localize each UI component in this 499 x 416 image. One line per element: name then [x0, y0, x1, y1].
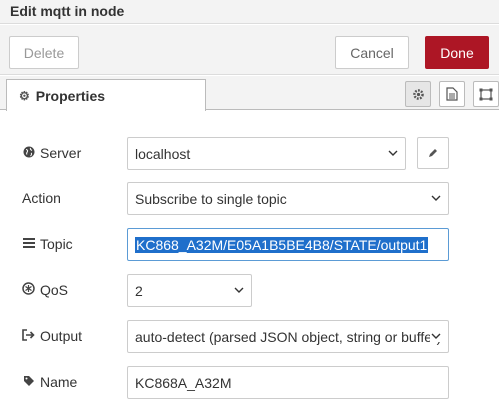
tag-icon	[22, 375, 35, 390]
cancel-button[interactable]: Cancel	[335, 36, 409, 69]
gear-icon	[412, 88, 424, 100]
chevron-down-icon	[430, 330, 442, 342]
list-icon	[22, 237, 35, 251]
output-value: auto-detect (parsed JSON object, string …	[135, 328, 442, 345]
appearance-tab-icon[interactable]	[473, 81, 499, 107]
action-label: Action	[22, 188, 61, 208]
qos-select[interactable]: 2	[127, 274, 252, 307]
output-label-text: Output	[40, 328, 83, 344]
globe-icon	[22, 146, 35, 161]
topic-label-text: Topic	[40, 236, 73, 252]
server-select[interactable]: localhost	[127, 137, 406, 170]
dialog-title-bar: Edit mqtt in node	[0, 0, 499, 24]
file-text-icon	[446, 87, 458, 101]
chevron-down-icon	[431, 195, 441, 201]
name-label-text: Name	[40, 374, 78, 390]
edit-server-button[interactable]	[417, 137, 449, 169]
qos-label: QoS	[22, 280, 68, 300]
topic-input[interactable]: KC868_A32M/E05A1B5BE4B8/STATE/output1	[127, 228, 449, 261]
output-label: Output	[22, 326, 82, 346]
name-label: Name	[22, 372, 77, 392]
dialog-title: Edit mqtt in node	[10, 3, 125, 19]
name-value: KC868A_A32M	[135, 374, 232, 391]
action-value: Subscribe to single topic	[135, 190, 287, 207]
chevron-down-icon	[388, 150, 398, 156]
description-tab-icon[interactable]	[439, 81, 465, 107]
tab-properties[interactable]: ⚙ Properties	[6, 79, 206, 111]
delete-button[interactable]: Delete	[9, 36, 79, 69]
server-value: localhost	[135, 145, 191, 162]
tab-properties-label: Properties	[35, 87, 106, 104]
qos-icon	[22, 282, 35, 298]
qos-value: 2	[135, 282, 143, 299]
action-label-text: Action	[22, 190, 61, 206]
chevron-down-icon	[234, 287, 244, 293]
qos-label-text: QoS	[40, 282, 69, 298]
output-select[interactable]: auto-detect (parsed JSON object, string …	[127, 320, 449, 353]
appearance-icon	[479, 88, 493, 100]
server-label-text: Server	[40, 145, 82, 161]
sign-out-icon	[22, 328, 35, 344]
done-button[interactable]: Done	[425, 36, 489, 69]
name-input[interactable]: KC868A_A32M	[127, 366, 449, 399]
topic-value: KC868_A32M/E05A1B5BE4B8/STATE/output1	[135, 236, 429, 253]
topic-label: Topic	[22, 234, 73, 254]
gear-icon: ⚙	[19, 88, 30, 103]
server-label: Server	[22, 143, 81, 163]
settings-tab-icon[interactable]	[405, 81, 431, 107]
action-select[interactable]: Subscribe to single topic	[127, 182, 449, 215]
pencil-icon	[429, 149, 437, 157]
